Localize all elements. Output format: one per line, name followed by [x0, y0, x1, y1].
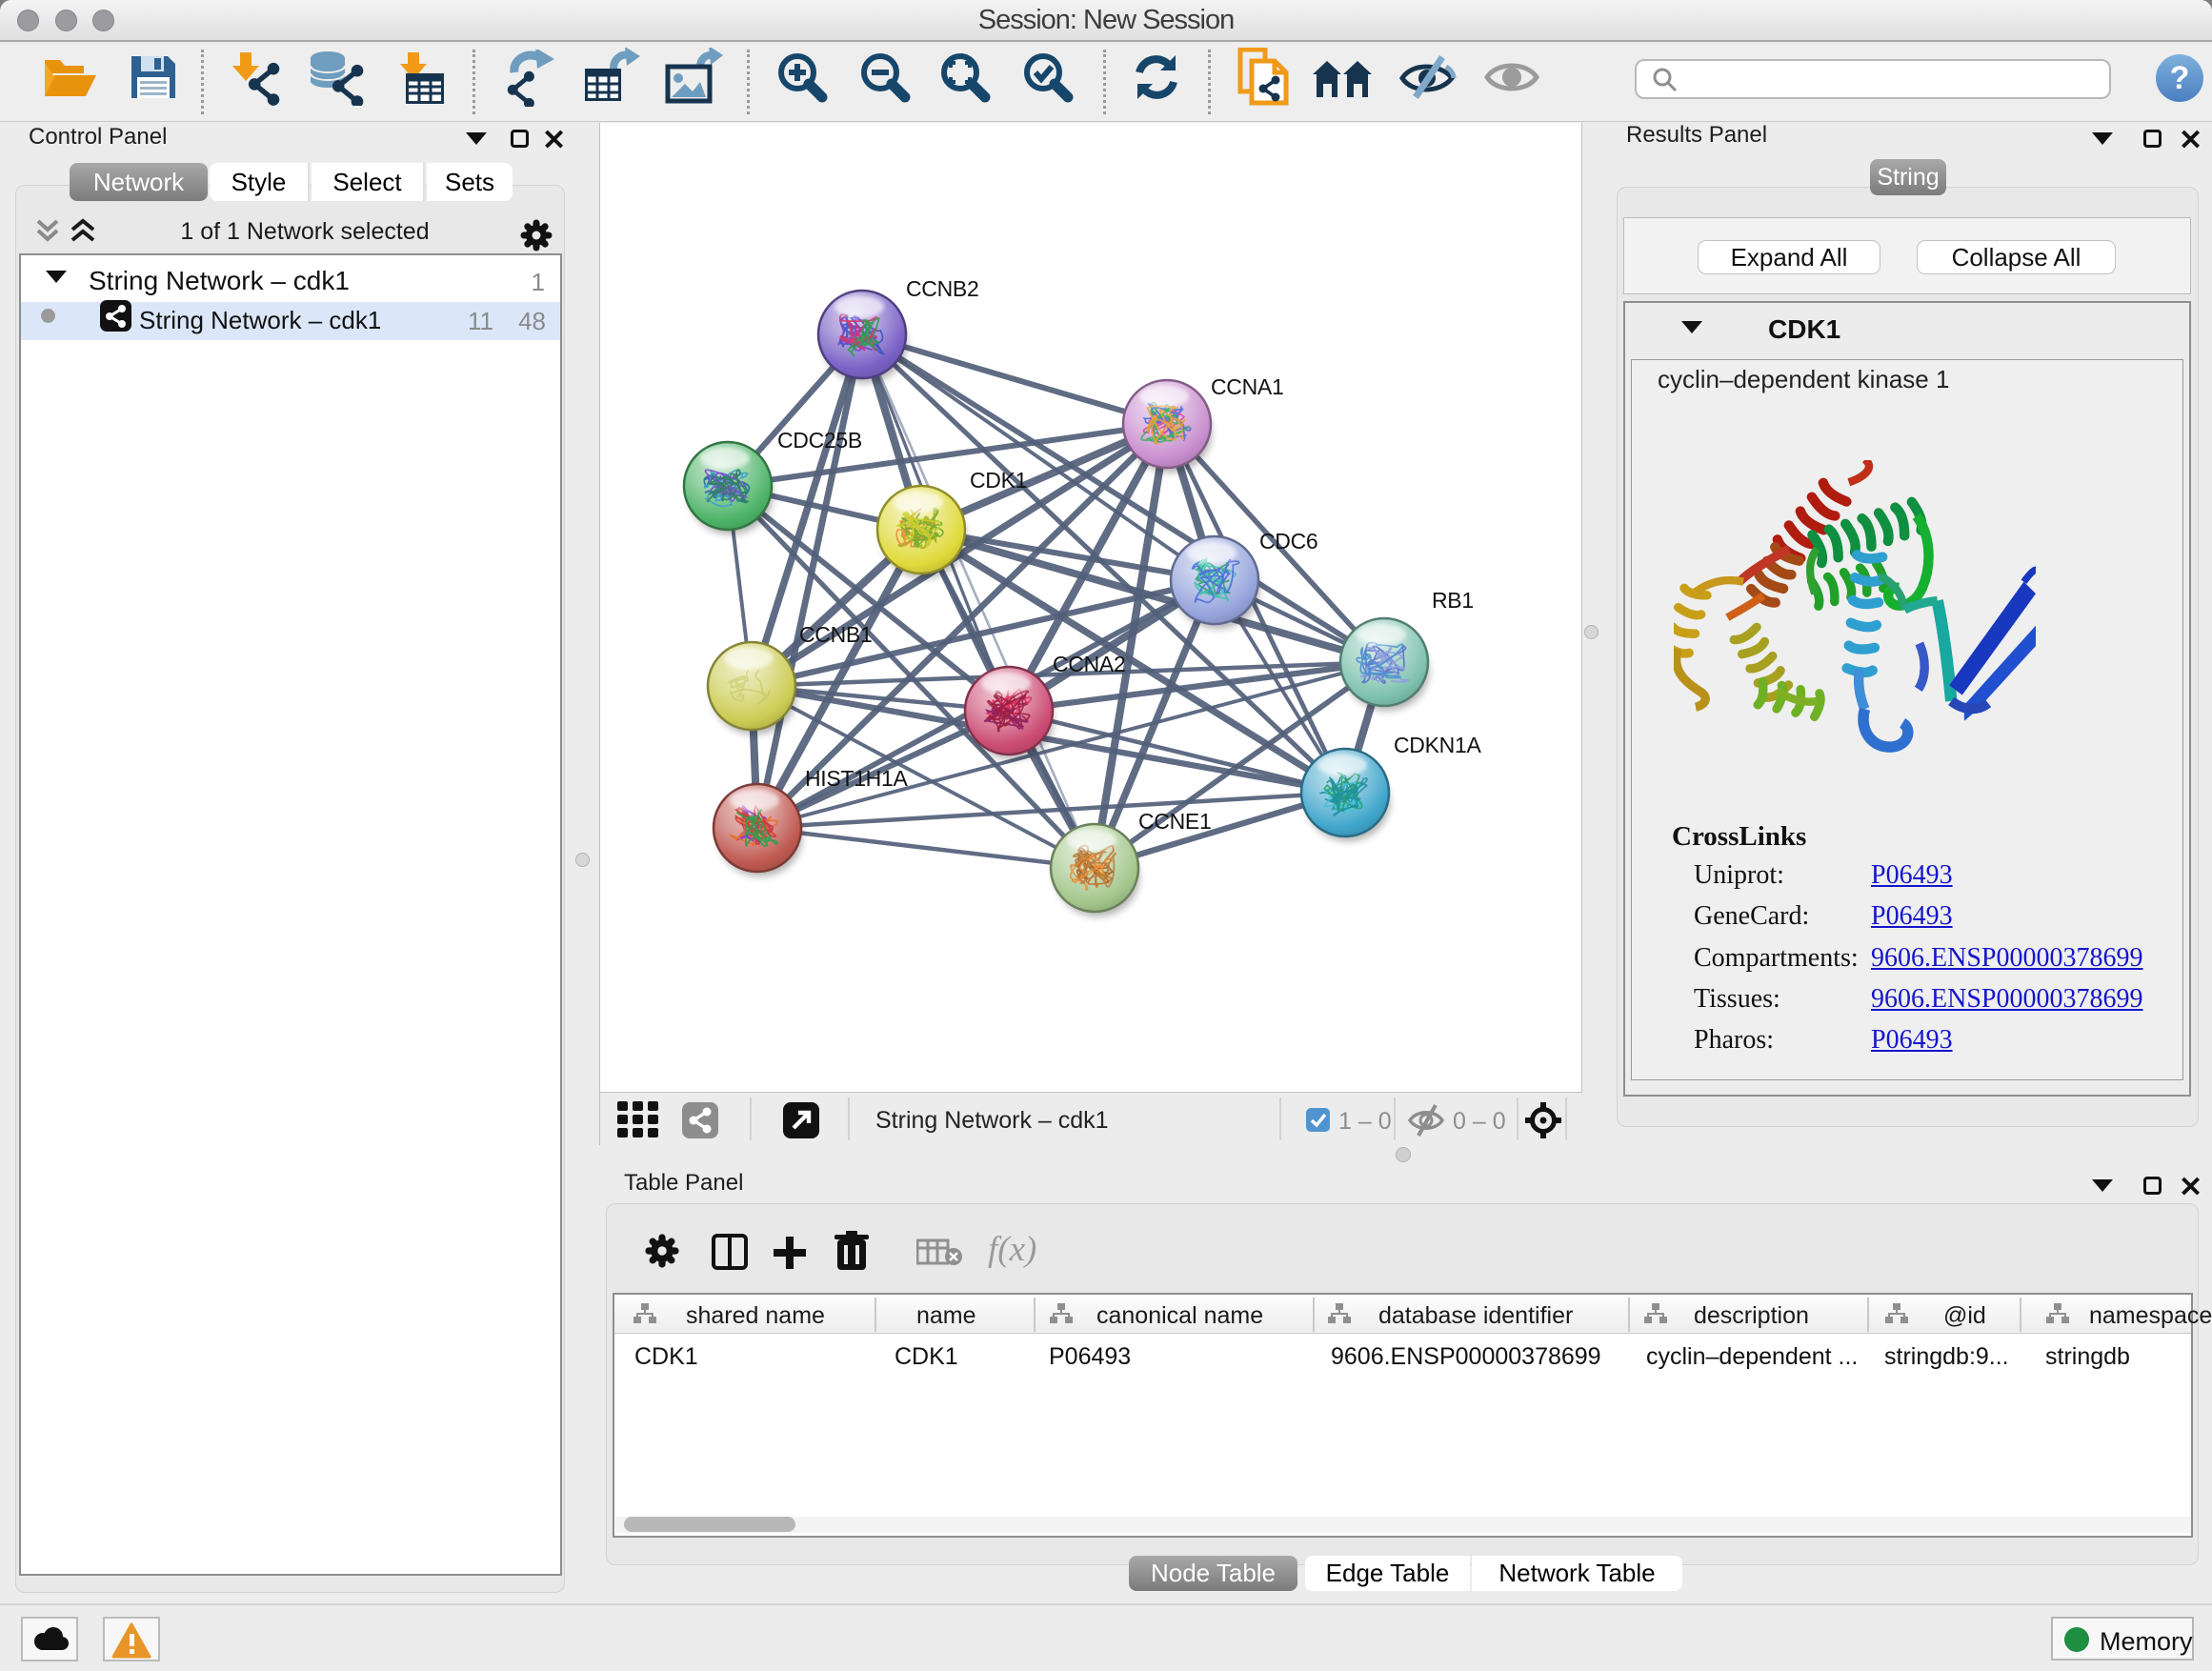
svg-text:RB1: RB1 — [1432, 588, 1474, 613]
svg-text:CDC6: CDC6 — [1259, 529, 1317, 554]
svg-text:CDKN1A: CDKN1A — [1394, 733, 1481, 757]
svg-text:CDC25B: CDC25B — [777, 428, 862, 453]
svg-text:HIST1H1A: HIST1H1A — [805, 766, 908, 791]
svg-text:CCNB2: CCNB2 — [906, 276, 978, 301]
svg-text:CDK1: CDK1 — [970, 468, 1027, 493]
svg-text:CCNA2: CCNA2 — [1053, 652, 1125, 676]
svg-text:CCNB1: CCNB1 — [799, 622, 872, 647]
svg-text:CCNA1: CCNA1 — [1211, 374, 1283, 399]
svg-text:CCNE1: CCNE1 — [1138, 809, 1211, 834]
